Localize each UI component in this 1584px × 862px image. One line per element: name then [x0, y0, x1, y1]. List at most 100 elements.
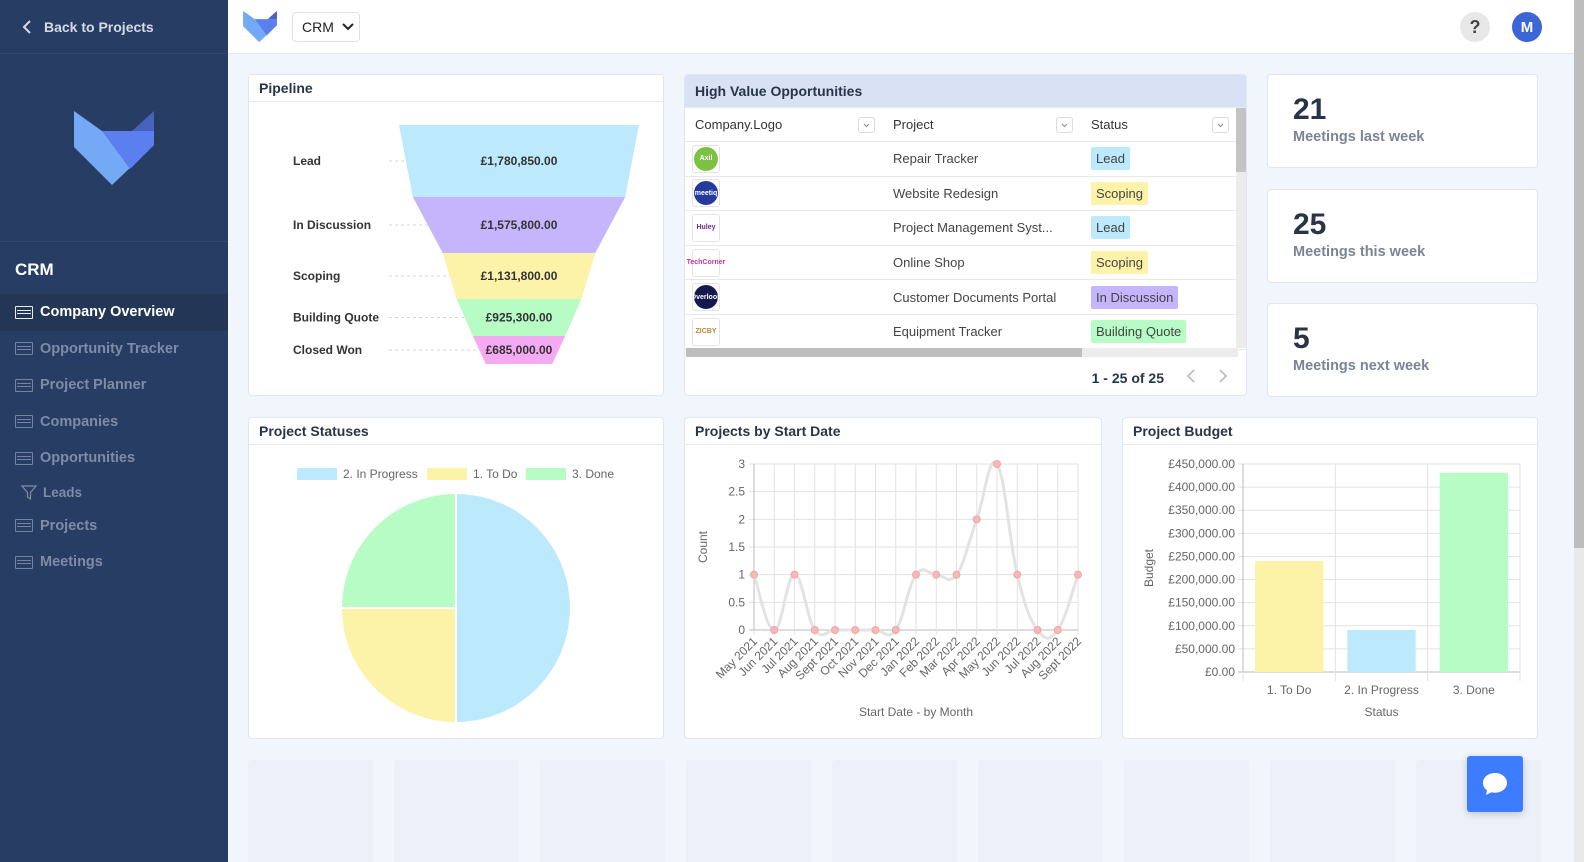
table-row[interactable]: Overloop Customer Documents Portal In Disc… — [685, 280, 1246, 315]
x-tick-label: 3. Done — [1453, 683, 1495, 697]
table-row[interactable]: Axil Repair Tracker Lead — [685, 142, 1246, 177]
sidebar-item-opportunities[interactable]: Opportunities — [0, 440, 228, 477]
funnel-stage-label: Building Quote — [293, 311, 379, 325]
projects-by-start-date-card: Projects by Start Date 0 0.5 1 1.5 2 2.5 3 May … — [684, 417, 1102, 739]
sidebar-item-meetings[interactable]: Meetings — [0, 544, 228, 581]
data-point[interactable] — [972, 515, 981, 524]
data-point[interactable] — [1033, 626, 1042, 634]
column-header-project[interactable]: Project — [883, 108, 1081, 141]
pie-slice[interactable] — [339, 607, 457, 725]
hvo-title: High Value Opportunities — [685, 75, 1246, 108]
data-point[interactable] — [750, 570, 758, 579]
legend-swatch[interactable] — [427, 468, 467, 480]
bar[interactable] — [1439, 472, 1508, 672]
column-filter-button[interactable] — [1212, 117, 1229, 133]
table-vertical-scrollbar[interactable] — [1236, 108, 1246, 348]
back-label: Back to Projects — [44, 18, 154, 35]
chevron-left-icon — [1186, 369, 1195, 383]
y-axis-label: Budget — [1142, 548, 1156, 587]
pie-slice[interactable] — [455, 491, 572, 725]
status-badge: Lead — [1091, 216, 1130, 240]
legend-label: 3. Done — [572, 467, 614, 481]
data-point[interactable] — [851, 626, 860, 634]
back-to-projects-link[interactable]: Back to Projects — [0, 0, 228, 54]
column-header-logo[interactable]: Company.Logo — [685, 108, 883, 141]
data-point[interactable] — [993, 460, 1001, 468]
company-logo-mark: Huley — [694, 215, 718, 240]
user-avatar[interactable]: M — [1512, 12, 1542, 42]
filter-icon — [21, 485, 37, 500]
company-logo-mark: Axil — [694, 146, 718, 171]
page-scrollbar[interactable] — [1574, 0, 1584, 862]
cell-project: Customer Documents Portal — [883, 280, 1081, 314]
data-point[interactable] — [1053, 626, 1062, 634]
bar[interactable] — [1347, 629, 1416, 672]
column-header-status[interactable]: Status — [1081, 108, 1237, 141]
table-row[interactable]: meetiq Website Redesign Scoping — [685, 177, 1246, 212]
table-header: Company.Logo Project Status — [685, 108, 1246, 142]
funnel-stage-value: £1,780,850.00 — [481, 154, 558, 168]
data-point[interactable] — [891, 626, 900, 634]
data-point[interactable] — [871, 626, 880, 634]
scrollbar-thumb[interactable] — [1236, 108, 1246, 172]
sidebar-item-label: Company Overview — [40, 304, 175, 321]
bar[interactable] — [1255, 561, 1324, 672]
data-point[interactable] — [1074, 570, 1082, 579]
column-filter-button[interactable] — [858, 117, 875, 133]
chat-bubble-icon — [1483, 773, 1507, 795]
y-tick-label: £0.00 — [1205, 665, 1235, 679]
data-point[interactable] — [952, 570, 961, 579]
data-point[interactable] — [810, 626, 819, 634]
pie-slice[interactable] — [339, 491, 457, 609]
data-point[interactable] — [1013, 570, 1022, 579]
sidebar-item-company-overview[interactable]: Company Overview — [0, 294, 228, 331]
data-point[interactable] — [831, 626, 839, 634]
data-point[interactable] — [912, 570, 920, 579]
previous-page-button[interactable] — [1186, 367, 1196, 388]
y-tick-label: £150,000.00 — [1168, 596, 1235, 610]
x-axis-label: Status — [1364, 705, 1398, 719]
table-row[interactable]: TechCorner Online Shop Scoping — [685, 246, 1246, 281]
chat-button[interactable] — [1467, 756, 1523, 812]
data-point[interactable] — [790, 570, 799, 579]
y-tick-label: £300,000.00 — [1168, 526, 1235, 540]
page-scrollbar-thumb[interactable] — [1574, 0, 1584, 548]
y-tick-label: £450,000.00 — [1168, 457, 1235, 471]
data-point[interactable] — [770, 626, 779, 634]
fox-logo-icon[interactable] — [242, 10, 278, 43]
sidebar-item-leads[interactable]: Leads — [0, 477, 228, 508]
status-badge: In Discussion — [1091, 285, 1179, 309]
cell-logo: Overloop — [685, 280, 883, 314]
table-row[interactable]: Huley Project Management Syst... Lead — [685, 211, 1246, 246]
sidebar-item-project-planner[interactable]: Project Planner — [0, 367, 228, 404]
stat-value: 25 — [1293, 208, 1327, 241]
y-tick-label: £250,000.00 — [1168, 549, 1235, 563]
dashboard-icon — [15, 305, 33, 319]
legend-swatch[interactable] — [297, 468, 337, 480]
legend-swatch[interactable] — [526, 468, 566, 480]
x-axis-label: Start Date - by Month — [859, 705, 973, 719]
x-tick-label: 1. To Do — [1267, 683, 1312, 697]
sidebar-item-opportunity-tracker[interactable]: Opportunity Tracker — [0, 331, 228, 368]
legend-label: 2. In Progress — [343, 467, 418, 481]
y-tick-label: £400,000.00 — [1168, 480, 1235, 494]
data-point[interactable] — [932, 570, 941, 579]
sidebar-item-label: Project Planner — [40, 377, 147, 394]
chart-title: Project Statuses — [249, 418, 663, 445]
app-select-dropdown[interactable]: CRM — [292, 12, 360, 42]
loading-placeholder — [1270, 760, 1395, 862]
company-logo: ZICBY — [692, 317, 720, 346]
next-page-button[interactable] — [1218, 367, 1228, 388]
funnel-stage-label: Closed Won — [293, 343, 362, 357]
pipeline-card: Pipeline Lead £1,780,850.00 In Discussion £… — [248, 74, 664, 396]
scrollbar-thumb[interactable] — [686, 348, 1082, 357]
cell-project: Repair Tracker — [883, 142, 1081, 176]
sidebar-item-projects[interactable]: Projects — [0, 508, 228, 545]
help-button[interactable]: ? — [1460, 12, 1490, 42]
table-row[interactable]: ZICBY Equipment Tracker Building Quote — [685, 315, 1246, 350]
sidebar-item-companies[interactable]: Companies — [0, 404, 228, 441]
table-horizontal-scrollbar[interactable] — [686, 348, 1238, 357]
cell-logo: Huley — [685, 211, 883, 245]
funnel-stage-value: £1,131,800.00 — [481, 269, 558, 283]
column-filter-button[interactable] — [1056, 117, 1073, 133]
